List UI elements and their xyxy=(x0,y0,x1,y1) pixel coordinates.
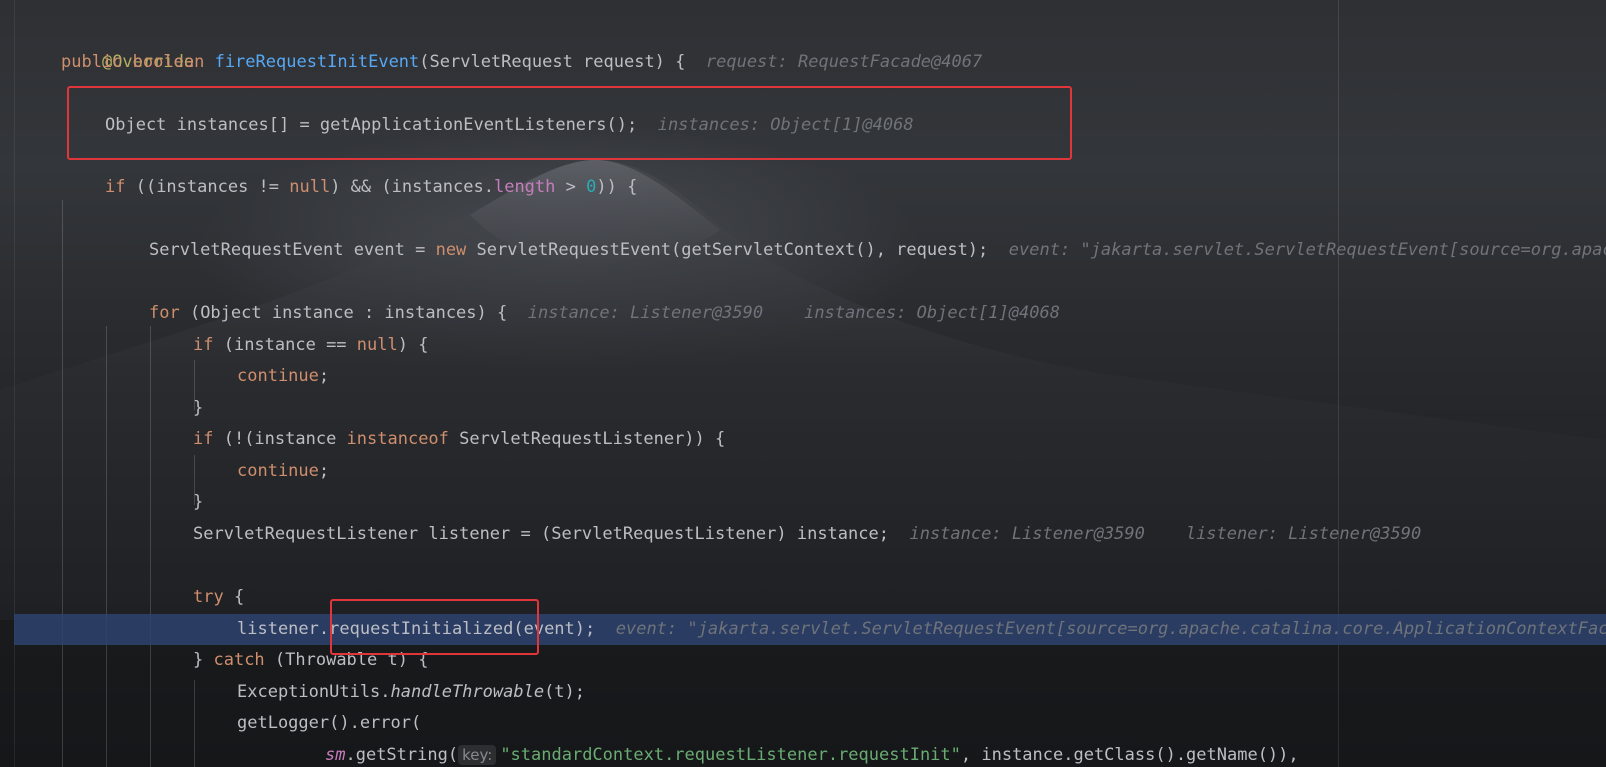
code-editor[interactable]: @Override public boolean fireRequestInit… xyxy=(0,0,1606,767)
code-token: ServletRequestEvent event = xyxy=(149,240,436,260)
keyword-token: public xyxy=(61,52,123,72)
current-execution-line[interactable]: listener.requestInitialized(event); even… xyxy=(14,614,1606,645)
code-line[interactable]: continue; xyxy=(237,361,329,392)
code-token: (instance == xyxy=(213,335,357,355)
code-line[interactable]: } xyxy=(193,487,203,518)
inlay-value-hint: event: "jakarta.servlet.ServletRequestEv… xyxy=(1008,240,1606,260)
number-token: 0 xyxy=(586,177,597,197)
code-token: ServletRequestListener listener = (Servl… xyxy=(193,524,889,544)
inlay-value-hint: instance: Listener@3590 xyxy=(527,303,764,323)
code-line[interactable]: public boolean fireRequestInitEvent(Serv… xyxy=(61,47,982,78)
code-line[interactable]: if ((instances != null) && (instances.le… xyxy=(105,172,637,203)
code-token: .getString( xyxy=(345,745,459,765)
code-token: ; xyxy=(318,366,330,386)
keyword-token: continue xyxy=(237,366,319,386)
keyword-token: new xyxy=(435,240,467,260)
code-token: , instance.getClass().getName()), xyxy=(960,745,1299,765)
code-token: ) && (instances. xyxy=(330,177,494,197)
keyword-token: if xyxy=(193,429,214,449)
code-line[interactable]: try { xyxy=(193,582,244,613)
keyword-token: null xyxy=(356,335,398,355)
code-token: ((instances != xyxy=(125,177,290,197)
code-token: (ServletRequest request) { xyxy=(419,52,686,72)
indent-guide xyxy=(194,680,195,767)
indent-guide xyxy=(150,326,151,767)
code-line[interactable]: ServletRequestListener listener = (Servl… xyxy=(193,519,1421,550)
code-token: > xyxy=(555,177,587,197)
code-line[interactable]: getLogger().error( xyxy=(237,708,421,739)
keyword-token: continue xyxy=(237,461,319,481)
code-token: ServletRequestListener)) { xyxy=(448,429,726,449)
static-method-token: handleThrowable xyxy=(390,682,545,702)
field-token: length xyxy=(493,177,556,197)
code-token: (t); xyxy=(544,682,586,702)
code-line[interactable]: continue; xyxy=(237,456,329,487)
keyword-token: for xyxy=(149,303,180,323)
code-token: ServletRequestEvent(getServletContext(),… xyxy=(466,240,989,260)
gutter-divider xyxy=(14,0,15,767)
indent-guide xyxy=(106,326,107,767)
code-token: } xyxy=(193,398,204,418)
keyword-token: if xyxy=(105,177,126,197)
keyword-token: boolean xyxy=(132,52,205,72)
parameter-name-hint: key: xyxy=(458,745,497,765)
code-token: getLogger().error( xyxy=(237,713,422,733)
keyword-token: null xyxy=(289,177,331,197)
keyword-token: instanceof xyxy=(346,429,449,449)
code-token: (!(instance xyxy=(213,429,347,449)
code-token: (Object instance : instances) { xyxy=(179,303,508,323)
code-line[interactable]: ServletRequestEvent event = new ServletR… xyxy=(149,235,1606,266)
keyword-token: catch xyxy=(213,650,265,670)
highlight-box-instances-line xyxy=(67,86,1072,160)
inlay-value-hint: instances: Object[1]@4068 xyxy=(804,303,1060,323)
static-field-token: sm xyxy=(325,745,346,765)
code-token: )) { xyxy=(596,177,638,197)
code-line[interactable]: } xyxy=(193,393,203,424)
code-line[interactable]: sm.getString(key: "standardContext.reques… xyxy=(325,740,1299,767)
inlay-value-hint: instance: Listener@3590 xyxy=(909,524,1145,544)
code-token: } xyxy=(193,492,204,512)
highlight-box-request-initialized xyxy=(330,599,539,655)
keyword-token: try xyxy=(193,587,224,607)
code-token: } xyxy=(193,650,214,670)
keyword-token: if xyxy=(193,335,214,355)
code-token: ; xyxy=(318,461,330,481)
string-token: "standardContext.requestListener.request… xyxy=(500,745,961,765)
inlay-value-hint: event: "jakarta.servlet.ServletRequestEv… xyxy=(615,619,1606,639)
method-name-token: fireRequestInitEvent xyxy=(214,52,420,72)
code-token: { xyxy=(223,587,245,607)
code-line[interactable]: if (!(instance instanceof ServletRequest… xyxy=(193,424,725,455)
code-token: ) { xyxy=(397,335,429,355)
right-margin-guide xyxy=(1338,0,1339,767)
code-line[interactable]: ExceptionUtils.handleThrowable(t); xyxy=(237,677,585,708)
inlay-value-hint: request: RequestFacade@4067 xyxy=(705,52,983,72)
code-token: listener. xyxy=(237,619,330,639)
code-line[interactable]: for (Object instance : instances) { inst… xyxy=(149,298,1060,329)
code-token: ExceptionUtils. xyxy=(237,682,391,702)
code-line[interactable]: if (instance == null) { xyxy=(193,330,428,361)
code-line[interactable]: @Override xyxy=(61,16,194,72)
indent-guide xyxy=(62,200,63,767)
inlay-value-hint: listener: Listener@3590 xyxy=(1185,524,1422,544)
